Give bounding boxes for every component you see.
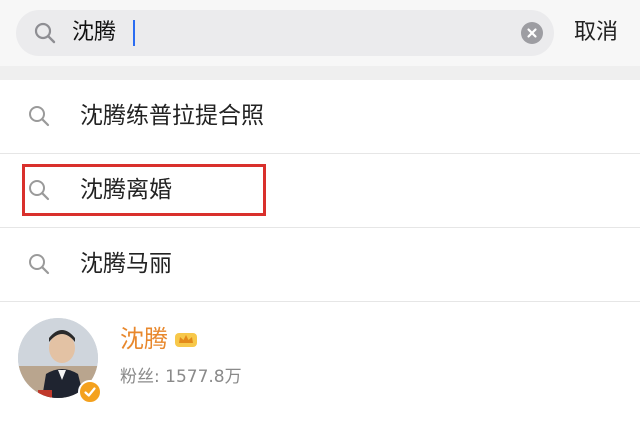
highlight-box: [22, 164, 266, 216]
search-icon: [28, 105, 50, 127]
search-query-text: 沈腾: [72, 20, 117, 45]
user-name[interactable]: 沈腾: [120, 322, 168, 356]
suggestion-item[interactable]: 沈腾马丽: [0, 228, 640, 302]
suggestion-label: 沈腾马丽: [80, 251, 172, 277]
suggestion-item[interactable]: 沈腾练普拉提合照: [0, 80, 640, 154]
search-bar-area: 沈腾 取消: [0, 0, 640, 66]
crown-icon: [173, 329, 199, 349]
user-result[interactable]: 沈腾 粉丝: 1577.8万: [0, 302, 640, 423]
fans-count: 粉丝: 1577.8万: [120, 367, 242, 387]
section-divider: [0, 66, 640, 80]
search-input[interactable]: 沈腾: [16, 10, 554, 56]
search-icon: [34, 22, 56, 44]
verified-badge-icon: [78, 380, 102, 404]
search-icon: [28, 253, 50, 275]
text-caret: [133, 20, 135, 46]
cancel-button[interactable]: 取消: [574, 16, 618, 50]
suggestion-label: 沈腾练普拉提合照: [80, 103, 264, 129]
clear-icon[interactable]: [521, 22, 543, 44]
